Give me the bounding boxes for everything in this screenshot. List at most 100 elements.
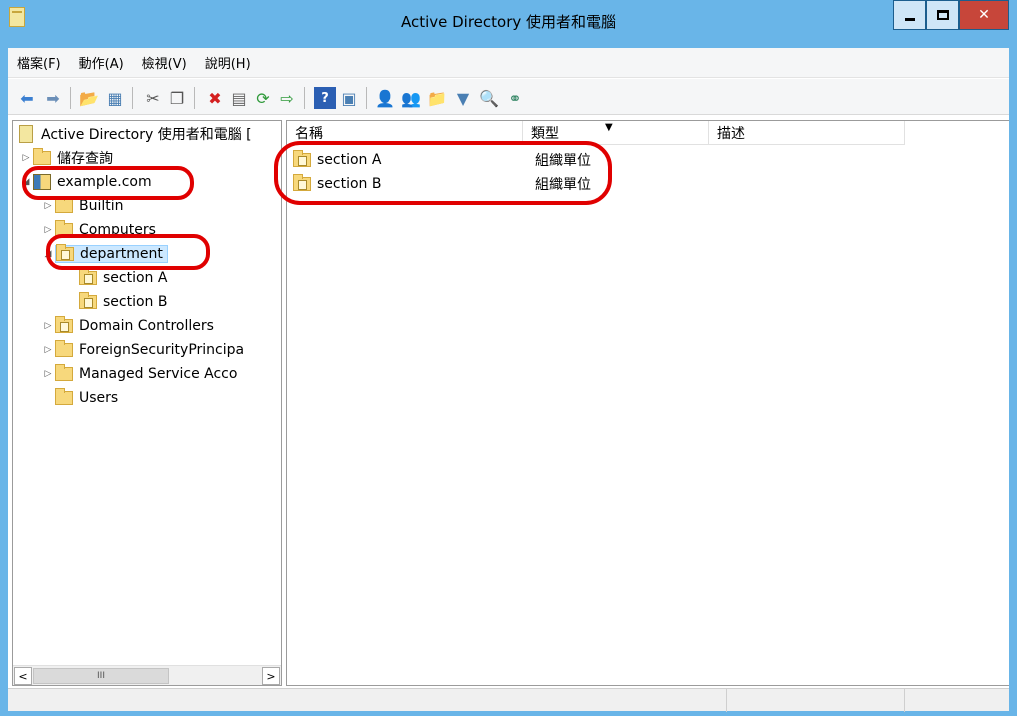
- tree-item-label: Builtin: [79, 198, 124, 214]
- scroll-left-button[interactable]: <: [14, 667, 32, 685]
- tree-item-label: section B: [103, 294, 168, 310]
- details-pane[interactable]: 名稱 類型 ▼ 描述 section A 組織單位 section B 組織單位: [286, 120, 1009, 686]
- folder-icon: [55, 220, 73, 237]
- menu-file[interactable]: 檔案(F): [8, 53, 70, 72]
- filter-icon[interactable]: ▼: [452, 87, 474, 109]
- expand-arrow-icon[interactable]: ▷: [41, 201, 55, 211]
- tree-item-section-a[interactable]: section A: [79, 267, 167, 289]
- minimize-icon: [904, 17, 915, 21]
- tree-item-users[interactable]: Users: [55, 387, 118, 409]
- tree-item-managed-service[interactable]: ▷ Managed Service Acco: [41, 363, 237, 385]
- new-ou-icon[interactable]: 📁: [426, 87, 448, 109]
- tree-item-label: Computers: [79, 222, 156, 238]
- folder-icon: [55, 196, 73, 213]
- close-button[interactable]: ✕: [959, 0, 1009, 30]
- domain-icon: [33, 174, 51, 190]
- tree-item-label: Active Directory 使用者和電腦 [: [41, 127, 252, 143]
- add-to-group-icon[interactable]: ⚭: [504, 87, 526, 109]
- toolbar-separator: [366, 87, 367, 109]
- tree-item-root[interactable]: Active Directory 使用者和電腦 [: [19, 123, 252, 145]
- new-group-icon[interactable]: 👥: [400, 87, 422, 109]
- ou-folder-icon: [79, 268, 97, 285]
- horizontal-scrollbar[interactable]: < III >: [13, 665, 281, 685]
- status-separator: [726, 689, 727, 712]
- menu-bar: 檔案(F) 動作(A) 檢視(V) 說明(H): [8, 48, 1009, 78]
- delete-icon[interactable]: ✖: [204, 87, 226, 109]
- refresh-icon[interactable]: ⟳: [252, 87, 274, 109]
- scroll-thumb[interactable]: III: [33, 668, 169, 684]
- maximize-icon: [936, 10, 949, 20]
- copy-icon[interactable]: ❐: [166, 87, 188, 109]
- collapse-arrow-icon[interactable]: ◢: [19, 177, 33, 187]
- expand-arrow-icon[interactable]: ▷: [19, 153, 33, 163]
- tree-item-builtin[interactable]: ▷ Builtin: [41, 195, 124, 217]
- tree-item-label: section A: [103, 270, 168, 286]
- expand-arrow-icon[interactable]: ▷: [41, 369, 55, 379]
- scroll-right-button[interactable]: >: [262, 667, 280, 685]
- minimize-button[interactable]: [893, 0, 926, 30]
- tree-item-saved-queries[interactable]: ▷ 儲存查詢: [19, 147, 113, 169]
- column-header-type[interactable]: 類型: [523, 121, 709, 145]
- app-window: Active Directory 使用者和電腦 ✕ 檔案(F) 動作(A) 檢視…: [0, 0, 1017, 716]
- find-icon[interactable]: 🔍: [478, 87, 500, 109]
- folder-icon: [55, 340, 73, 357]
- list-item[interactable]: section B 組織單位: [293, 173, 693, 195]
- tree-pane[interactable]: Active Directory 使用者和電腦 [ ▷ 儲存查詢 ◢ examp…: [12, 120, 282, 686]
- expand-arrow-icon[interactable]: ▷: [41, 225, 55, 235]
- menu-view[interactable]: 檢視(V): [133, 53, 196, 72]
- column-header-name[interactable]: 名稱: [287, 121, 523, 145]
- maximize-button[interactable]: [926, 0, 959, 30]
- tree-item-label: example.com: [57, 174, 152, 190]
- menu-action[interactable]: 動作(A): [70, 53, 133, 72]
- ad-console-icon: [19, 125, 33, 143]
- status-separator: [904, 689, 905, 712]
- action-pane-icon[interactable]: ▣: [338, 87, 360, 109]
- show-hide-tree-icon[interactable]: ▦: [104, 87, 126, 109]
- export-list-icon[interactable]: ⇨: [276, 87, 298, 109]
- toolbar-separator: [194, 87, 195, 109]
- tree-item-section-b[interactable]: section B: [79, 291, 167, 313]
- menu-help[interactable]: 說明(H): [196, 53, 260, 72]
- client-area: 檔案(F) 動作(A) 檢視(V) 說明(H) ⬅ ➡ 📂 ▦ ✂ ❐ ✖ ▤ …: [8, 48, 1009, 712]
- sort-arrow-icon: ▼: [605, 122, 613, 133]
- toolbar: ⬅ ➡ 📂 ▦ ✂ ❐ ✖ ▤ ⟳ ⇨ ? ▣ 👤 👥 📁 ▼ 🔍 ⚭: [8, 79, 1009, 115]
- column-header-label: 類型: [531, 125, 559, 142]
- column-header-description[interactable]: 描述: [709, 121, 905, 145]
- tree-item-department[interactable]: ◢ department: [41, 243, 168, 265]
- tree-item-label: Users: [79, 390, 119, 406]
- cut-icon[interactable]: ✂: [142, 87, 164, 109]
- ou-folder-icon: [79, 292, 97, 309]
- ou-folder-icon: [55, 316, 73, 333]
- tree-item-domain[interactable]: ◢ example.com: [19, 171, 152, 193]
- tree-item-computers[interactable]: ▷ Computers: [41, 219, 156, 241]
- expand-arrow-icon[interactable]: ▷: [41, 321, 55, 331]
- expand-arrow-icon[interactable]: ▷: [41, 345, 55, 355]
- list-item-type: 組織單位: [535, 177, 591, 193]
- ou-folder-icon: [293, 150, 311, 167]
- folder-icon: [55, 364, 73, 381]
- new-user-icon[interactable]: 👤: [374, 87, 396, 109]
- forward-icon[interactable]: ➡: [42, 87, 64, 109]
- toolbar-separator: [304, 87, 305, 109]
- list-item-name: section A: [317, 152, 382, 168]
- folder-icon: [33, 148, 51, 165]
- list-item[interactable]: section A 組織單位: [293, 149, 693, 171]
- back-icon[interactable]: ⬅: [16, 87, 38, 109]
- properties-icon[interactable]: ▤: [228, 87, 250, 109]
- tree-item-label: 儲存查詢: [57, 151, 113, 167]
- collapse-arrow-icon[interactable]: ◢: [41, 249, 55, 259]
- tree-item-domain-controllers[interactable]: ▷ Domain Controllers: [41, 315, 214, 337]
- tree-item-label: ForeignSecurityPrincipa: [79, 342, 245, 358]
- tree-item-foreign-security[interactable]: ▷ ForeignSecurityPrincipa: [41, 339, 244, 361]
- title-bar[interactable]: Active Directory 使用者和電腦 ✕: [0, 0, 1017, 48]
- ou-folder-icon: [56, 244, 74, 261]
- tree-item-label: Domain Controllers: [79, 318, 214, 334]
- toolbar-separator: [132, 87, 133, 109]
- toolbar-separator: [70, 87, 71, 109]
- list-item-type: 組織單位: [535, 153, 591, 169]
- up-folder-icon[interactable]: 📂: [78, 87, 100, 109]
- window-title: Active Directory 使用者和電腦: [400, 13, 617, 31]
- help-icon[interactable]: ?: [314, 87, 336, 109]
- list-item-name: section B: [317, 176, 382, 192]
- selected-node[interactable]: department: [55, 244, 168, 263]
